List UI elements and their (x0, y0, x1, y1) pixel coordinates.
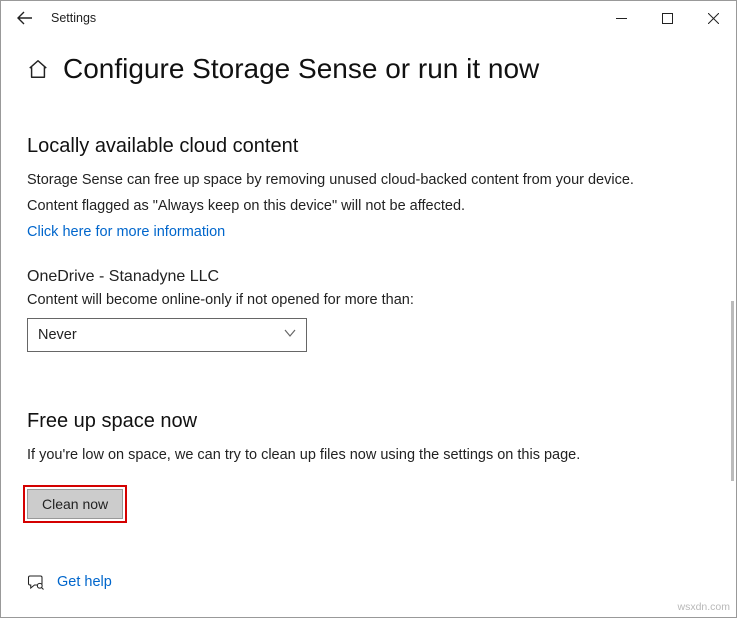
help-icon (27, 573, 45, 591)
maximize-button[interactable] (644, 2, 690, 34)
cloud-interval-dropdown[interactable]: Never (27, 318, 307, 352)
onedrive-account-label: OneDrive - Stanadyne LLC (27, 268, 710, 286)
app-title: Settings (51, 11, 96, 25)
page-header: Configure Storage Sense or run it now (1, 35, 736, 85)
page-title: Configure Storage Sense or run it now (63, 53, 539, 85)
onedrive-account-desc: Content will become online-only if not o… (27, 292, 710, 308)
titlebar: Settings (1, 1, 736, 35)
home-icon[interactable] (27, 58, 49, 80)
clean-now-button[interactable]: Clean now (27, 489, 123, 519)
back-button[interactable] (9, 2, 41, 34)
freeup-heading: Free up space now (27, 410, 710, 433)
more-info-link[interactable]: Click here for more information (27, 224, 710, 240)
close-icon (708, 13, 719, 24)
back-arrow-icon (17, 10, 33, 26)
cloud-desc-1: Storage Sense can free up space by remov… (27, 172, 710, 188)
dropdown-value: Never (38, 327, 77, 343)
freeup-desc: If you're low on space, we can try to cl… (27, 447, 710, 463)
minimize-button[interactable] (598, 2, 644, 34)
maximize-icon (662, 13, 673, 24)
cloud-desc-2: Content flagged as "Always keep on this … (27, 198, 710, 214)
watermark: wsxdn.com (677, 601, 730, 613)
get-help-row: Get help (27, 573, 112, 591)
minimize-icon (616, 13, 627, 24)
chevron-down-icon (284, 327, 296, 343)
close-button[interactable] (690, 2, 736, 34)
scrollbar[interactable] (731, 301, 734, 481)
content: Locally available cloud content Storage … (1, 85, 736, 519)
cloud-heading: Locally available cloud content (27, 135, 710, 158)
get-help-link[interactable]: Get help (57, 574, 112, 590)
